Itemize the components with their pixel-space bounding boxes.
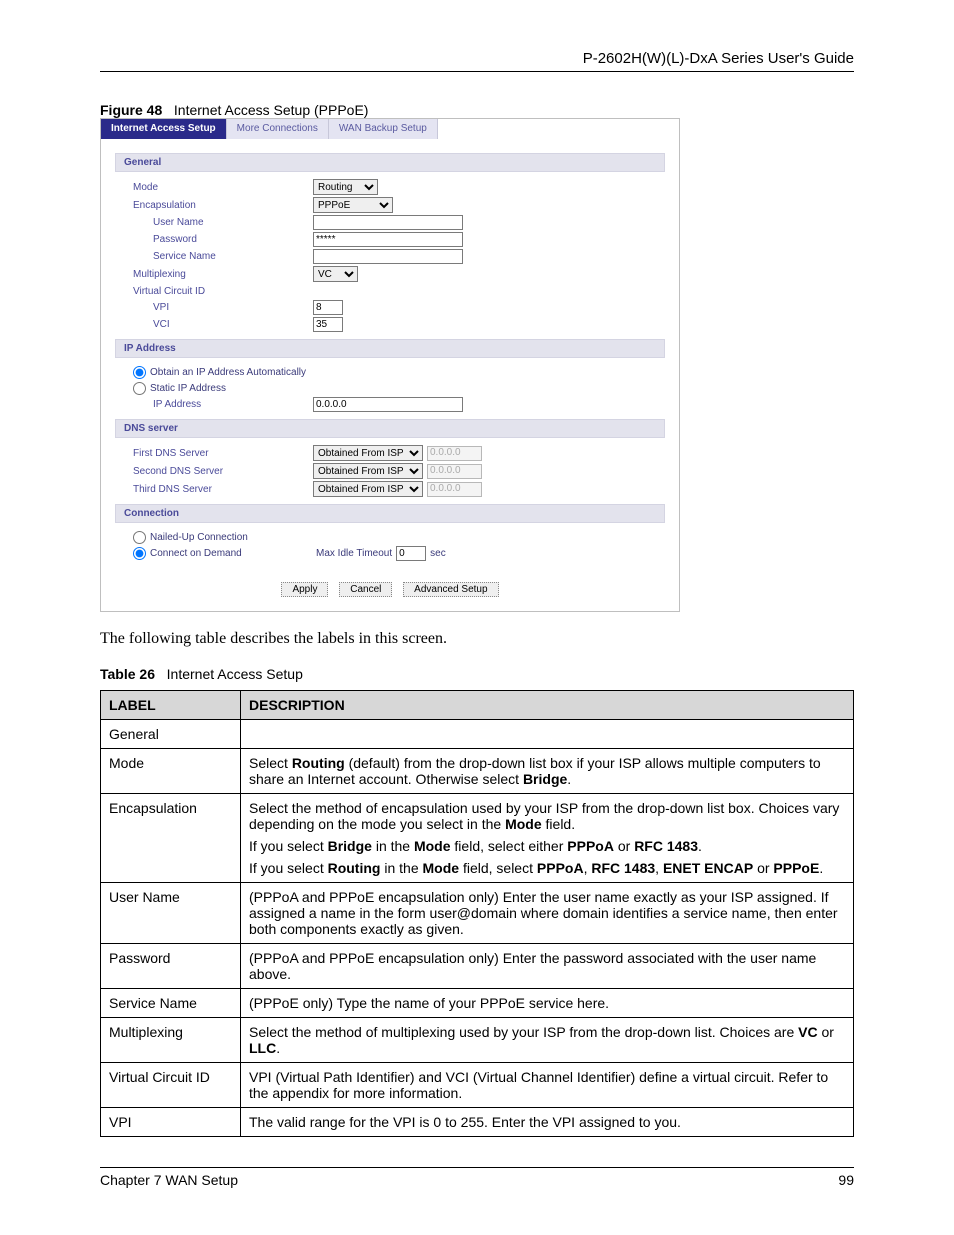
table-row: ModeSelect Routing (default) from the dr… xyxy=(101,749,854,794)
label-connect-on-demand: Connect on Demand xyxy=(150,548,316,559)
user-name-input[interactable] xyxy=(313,215,463,230)
cell-label: Mode xyxy=(101,749,241,794)
cell-description: VPI (Virtual Path Identifier) and VCI (V… xyxy=(241,1063,854,1108)
label-max-idle-timeout: Max Idle Timeout xyxy=(316,548,392,559)
vpi-input[interactable] xyxy=(313,300,343,315)
cell-description: (PPPoA and PPPoE encapsulation only) Ent… xyxy=(241,944,854,989)
figure-number: Figure 48 xyxy=(100,102,162,118)
section-connection: Connection xyxy=(115,504,665,523)
third-dns-value: 0.0.0.0 xyxy=(427,482,482,497)
connect-on-demand-radio[interactable] xyxy=(133,547,146,560)
label-ip-address: IP Address xyxy=(153,399,313,410)
label-encapsulation: Encapsulation xyxy=(133,200,313,211)
description-table: LABEL DESCRIPTION GeneralModeSelect Rout… xyxy=(100,690,854,1137)
cell-label: Encapsulation xyxy=(101,794,241,883)
max-idle-timeout-input[interactable] xyxy=(396,546,426,561)
label-virtual-circuit-id: Virtual Circuit ID xyxy=(133,286,313,297)
label-nailed-up: Nailed-Up Connection xyxy=(150,532,248,543)
th-label: LABEL xyxy=(101,691,241,720)
advanced-setup-button[interactable]: Advanced Setup xyxy=(403,582,498,597)
vci-input[interactable] xyxy=(313,317,343,332)
label-first-dns: First DNS Server xyxy=(133,448,313,459)
label-service-name: Service Name xyxy=(153,251,313,262)
cell-description: (PPPoA and PPPoE encapsulation only) Ent… xyxy=(241,883,854,944)
cell-description: The valid range for the VPI is 0 to 255.… xyxy=(241,1108,854,1137)
idle-unit: sec xyxy=(430,548,446,559)
label-password: Password xyxy=(153,234,313,245)
table-row: Virtual Circuit IDVPI (Virtual Path Iden… xyxy=(101,1063,854,1108)
cell-description xyxy=(241,720,854,749)
nailed-up-radio[interactable] xyxy=(133,531,146,544)
first-dns-value: 0.0.0.0 xyxy=(427,446,482,461)
table-row: General xyxy=(101,720,854,749)
table-row: Password(PPPoA and PPPoE encapsulation o… xyxy=(101,944,854,989)
encapsulation-select[interactable]: PPPoE xyxy=(313,197,393,213)
multiplexing-select[interactable]: VC xyxy=(313,266,358,282)
section-ip-address: IP Address xyxy=(115,339,665,358)
section-general: General xyxy=(115,153,665,172)
cell-description: Select the method of encapsulation used … xyxy=(241,794,854,883)
label-vpi: VPI xyxy=(153,302,313,313)
table-row: MultiplexingSelect the method of multipl… xyxy=(101,1018,854,1063)
cell-label: Password xyxy=(101,944,241,989)
label-mode: Mode xyxy=(133,182,313,193)
mode-select[interactable]: Routing xyxy=(313,179,378,195)
section-dns-server: DNS server xyxy=(115,419,665,438)
tab-more-connections[interactable]: More Connections xyxy=(227,119,329,139)
label-ip-static: Static IP Address xyxy=(150,383,226,394)
label-ip-auto: Obtain an IP Address Automatically xyxy=(150,367,306,378)
label-second-dns: Second DNS Server xyxy=(133,466,313,477)
cell-label: Multiplexing xyxy=(101,1018,241,1063)
cancel-button[interactable]: Cancel xyxy=(339,582,392,597)
screenshot-panel: Internet Access Setup More Connections W… xyxy=(100,118,680,612)
tab-bar: Internet Access Setup More Connections W… xyxy=(101,119,679,139)
apply-button[interactable]: Apply xyxy=(281,582,328,597)
table-number: Table 26 xyxy=(100,666,155,682)
footer-chapter: Chapter 7 WAN Setup xyxy=(100,1172,238,1188)
ip-static-radio[interactable] xyxy=(133,382,146,395)
cell-label: General xyxy=(101,720,241,749)
cell-description: Select the method of multiplexing used b… xyxy=(241,1018,854,1063)
password-input[interactable] xyxy=(313,232,463,247)
label-third-dns: Third DNS Server xyxy=(133,484,313,495)
th-description: DESCRIPTION xyxy=(241,691,854,720)
table-row: Service Name(PPPoE only) Type the name o… xyxy=(101,989,854,1018)
label-multiplexing: Multiplexing xyxy=(133,269,313,280)
table-row: VPIThe valid range for the VPI is 0 to 2… xyxy=(101,1108,854,1137)
table-caption: Table 26 Internet Access Setup xyxy=(100,666,854,682)
cell-description: Select Routing (default) from the drop-d… xyxy=(241,749,854,794)
cell-label: VPI xyxy=(101,1108,241,1137)
cell-label: User Name xyxy=(101,883,241,944)
ip-auto-radio[interactable] xyxy=(133,366,146,379)
service-name-input[interactable] xyxy=(313,249,463,264)
first-dns-mode-select[interactable]: Obtained From ISP xyxy=(313,445,423,461)
table-row: EncapsulationSelect the method of encaps… xyxy=(101,794,854,883)
second-dns-mode-select[interactable]: Obtained From ISP xyxy=(313,463,423,479)
cell-label: Service Name xyxy=(101,989,241,1018)
cell-description: (PPPoE only) Type the name of your PPPoE… xyxy=(241,989,854,1018)
cell-label: Virtual Circuit ID xyxy=(101,1063,241,1108)
footer-page-number: 99 xyxy=(838,1172,854,1188)
tab-wan-backup-setup[interactable]: WAN Backup Setup xyxy=(329,119,438,139)
ip-address-input[interactable] xyxy=(313,397,463,412)
third-dns-mode-select[interactable]: Obtained From ISP xyxy=(313,481,423,497)
table-row: User Name(PPPoA and PPPoE encapsulation … xyxy=(101,883,854,944)
tab-internet-access-setup[interactable]: Internet Access Setup xyxy=(101,119,227,139)
body-paragraph: The following table describes the labels… xyxy=(100,630,854,648)
table-title: Internet Access Setup xyxy=(167,666,303,682)
page-footer: Chapter 7 WAN Setup 99 xyxy=(100,1167,854,1188)
figure-title: Internet Access Setup (PPPoE) xyxy=(174,102,369,118)
second-dns-value: 0.0.0.0 xyxy=(427,464,482,479)
label-vci: VCI xyxy=(153,319,313,330)
label-user-name: User Name xyxy=(153,217,313,228)
figure-caption: Figure 48 Internet Access Setup (PPPoE) xyxy=(100,102,854,118)
guide-title: P-2602H(W)(L)-DxA Series User's Guide xyxy=(100,50,854,72)
